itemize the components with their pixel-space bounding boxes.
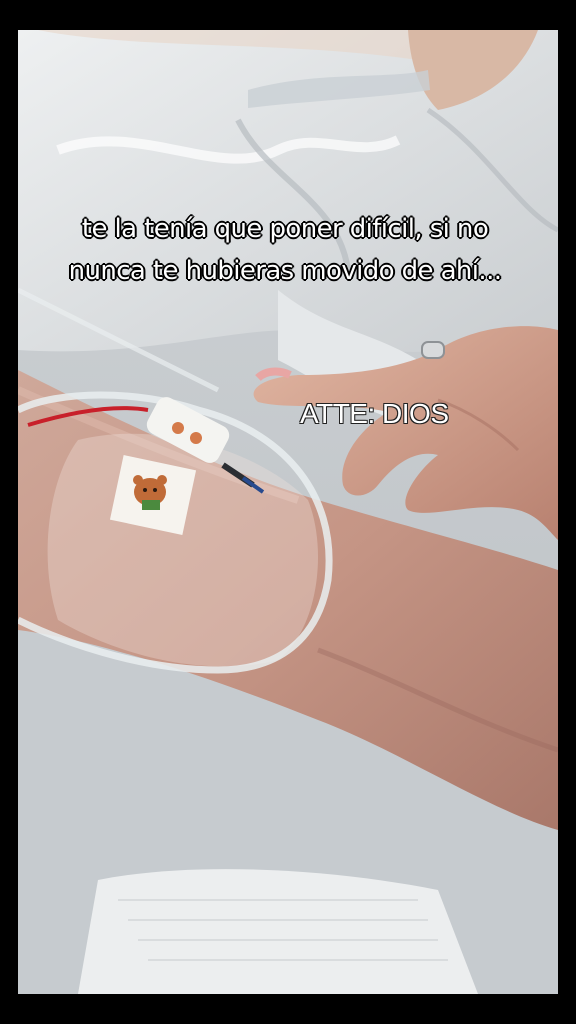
hospital-photo — [18, 30, 558, 994]
gauze-pad — [78, 869, 478, 994]
overlay-caption: te la tenía que poner difícil, si no nun… — [68, 214, 502, 286]
ring — [421, 341, 445, 359]
video-frame: te la tenía que poner difícil, si no nun… — [0, 0, 576, 1024]
overlay-signature: ATTE: DIOS — [300, 398, 449, 429]
photo-illustration — [18, 30, 558, 994]
